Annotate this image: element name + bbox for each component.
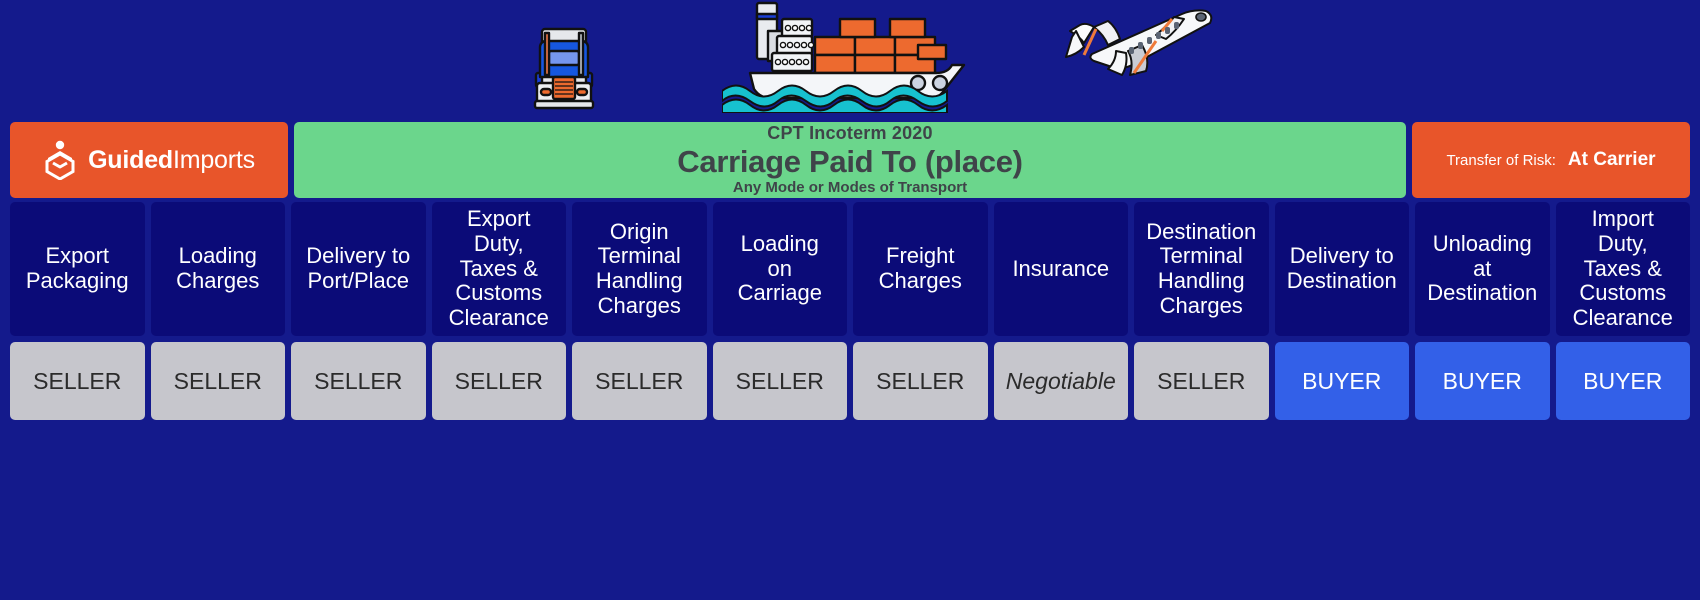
cost-category-label: Destination Terminal Handling Charges	[1146, 218, 1257, 318]
cost-category-cell: Freight Charges	[853, 202, 988, 336]
responsibility-label: SELLER	[314, 367, 403, 394]
cost-category-cell: Insurance	[993, 202, 1128, 336]
cost-category-label: Origin Terminal Handling Charges	[595, 218, 683, 318]
responsibility-cell: BUYER	[1274, 342, 1409, 420]
cost-category-cell: Destination Terminal Handling Charges	[1134, 202, 1269, 336]
cargo-ship-icon	[721, 0, 967, 118]
responsibility-label: SELLER	[454, 367, 543, 394]
cost-category-label: Delivery to Port/Place	[306, 243, 411, 293]
cost-category-cell: Delivery to Port/Place	[291, 202, 426, 336]
responsibility-label: BUYER	[1302, 367, 1382, 394]
cost-category-cell: Export Packaging	[10, 202, 145, 336]
responsibility-label: SELLER	[876, 367, 965, 394]
transport-mode-subtitle: Any Mode or Modes of Transport	[732, 178, 968, 196]
responsibility-label: BUYER	[1442, 367, 1522, 394]
responsibility-cell: Negotiable	[993, 342, 1128, 420]
cost-category-cell: Unloading at Destination	[1415, 202, 1550, 336]
cost-category-label: Unloading at Destination	[1427, 231, 1538, 306]
cost-category-label: Loading on Carriage	[737, 231, 822, 306]
responsibility-cell: SELLER	[572, 342, 707, 420]
brand-panel: GuidedImports	[10, 122, 288, 198]
responsibility-label: BUYER	[1583, 367, 1663, 394]
responsibility-label: SELLER	[735, 367, 824, 394]
brand-name: GuidedImports	[88, 146, 255, 175]
cost-category-label: Loading Charges	[176, 243, 260, 293]
airplane-icon	[1056, 5, 1216, 100]
cost-category-cell: Loading on Carriage	[712, 202, 847, 336]
transfer-of-risk-panel: Transfer of Risk: At Carrier	[1412, 122, 1690, 198]
cost-category-cell: Delivery to Destination	[1274, 202, 1409, 336]
responsibility-grid: Export Packaging Loading Charges Delivery to…	[10, 202, 1690, 420]
responsibility-label: SELLER	[1157, 367, 1246, 394]
guided-imports-logo-icon	[43, 140, 77, 181]
transfer-of-risk-value: At Carrier	[1567, 149, 1656, 170]
responsibility-label: SELLER	[33, 367, 122, 394]
cost-category-label: Export Packaging	[25, 243, 129, 293]
responsibility-cell: SELLER	[431, 342, 566, 420]
responsibility-cell: SELLER	[853, 342, 988, 420]
responsibility-label: SELLER	[595, 367, 684, 394]
responsibility-cell: SELLER	[712, 342, 847, 420]
brand-name-bold: Guided	[88, 145, 173, 174]
transport-icons-strip	[0, 0, 1700, 118]
header-band: GuidedImports CPT Incoterm 2020 Carriage…	[0, 122, 1700, 198]
responsibility-cell: SELLER	[1134, 342, 1269, 420]
responsibility-cell: BUYER	[1415, 342, 1550, 420]
title-panel: CPT Incoterm 2020 Carriage Paid To (plac…	[294, 122, 1406, 198]
cost-category-label: Export Duty, Taxes & Customs Clearance	[448, 206, 549, 330]
responsibility-cell: SELLER	[150, 342, 285, 420]
responsibility-label: Negotiable	[1005, 367, 1116, 394]
cost-category-cell: Loading Charges	[150, 202, 285, 336]
cost-category-label: Import Duty, Taxes & Customs Clearance	[1572, 206, 1673, 330]
responsibility-cell: SELLER	[10, 342, 145, 420]
truck-icon	[528, 15, 600, 116]
incoterm-chart: GuidedImports CPT Incoterm 2020 Carriage…	[0, 0, 1700, 600]
cost-category-label: Delivery to Destination	[1286, 243, 1397, 293]
cost-category-cell: Export Duty, Taxes & Customs Clearance	[431, 202, 566, 336]
cost-category-label: Insurance	[1012, 255, 1110, 281]
incoterm-eyebrow: CPT Incoterm 2020	[767, 122, 933, 143]
responsibility-label: SELLER	[173, 367, 262, 394]
cost-category-cell: Import Duty, Taxes & Customs Clearance	[1555, 202, 1690, 336]
responsibility-row: SELLER SELLER SELLER SELLER SELLER SELLER SELL…	[10, 342, 1690, 420]
cost-category-label: Freight Charges	[878, 243, 962, 293]
cost-category-row: Export Packaging Loading Charges Delivery to…	[10, 202, 1690, 336]
page-title: Carriage Paid To (place)	[677, 144, 1023, 180]
transfer-of-risk-label: Transfer of Risk:	[1446, 151, 1556, 169]
responsibility-cell: SELLER	[291, 342, 426, 420]
cost-category-cell: Origin Terminal Handling Charges	[572, 202, 707, 336]
brand-name-light: Imports	[172, 145, 255, 174]
responsibility-cell: BUYER	[1555, 342, 1690, 420]
